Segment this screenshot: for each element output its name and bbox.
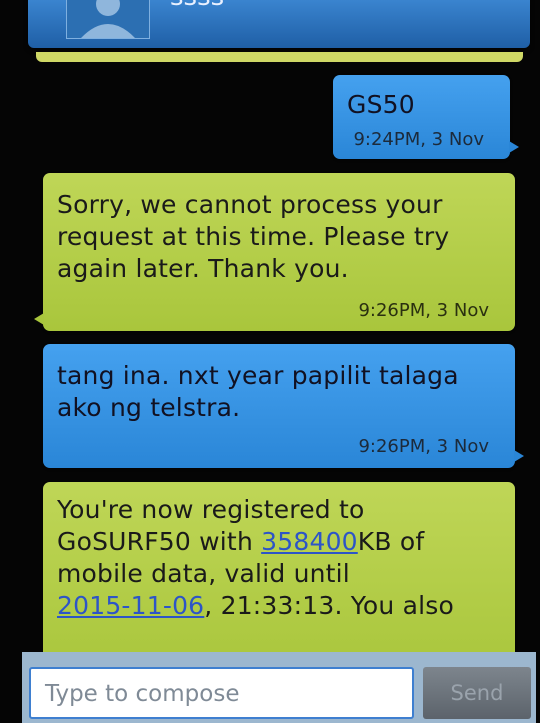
send-button[interactable]: Send (423, 667, 531, 719)
message-timestamp: 9:26PM, 3 Nov (358, 300, 489, 321)
compose-placeholder: Type to compose (45, 681, 240, 707)
contact-avatar[interactable] (66, 0, 150, 39)
conversation-header: ssss (28, 0, 530, 48)
message-text: Sorry, we cannot process your request at… (57, 190, 450, 283)
bubble-tail (34, 313, 44, 325)
compose-input[interactable]: Type to compose (29, 667, 414, 719)
message-text-segment: , 21:33:13. You also (204, 591, 454, 620)
data-amount-link[interactable]: 358400 (261, 527, 358, 556)
message-bubble-received[interactable]: Sorry, we cannot process your request at… (34, 173, 515, 331)
message-timestamp: 9:26PM, 3 Nov (358, 436, 489, 457)
message-line: 2015-11-06, 21:33:13. You also (57, 590, 505, 622)
message-bubble-sent[interactable]: tang ina. nxt year papilit talaga ako ng… (43, 344, 524, 468)
message-line: GoSURF50 with 358400KB of (57, 526, 505, 558)
message-bubble-received[interactable]: You're now registered to GoSURF50 with 3… (43, 482, 515, 672)
header-divider (36, 52, 523, 62)
message-timestamp: 9:24PM, 3 Nov (353, 129, 484, 150)
message-text-segment: KB of (357, 527, 425, 556)
contact-name: ssss (170, 0, 224, 12)
message-text: You're now registered to GoSURF50 with 3… (57, 494, 505, 622)
bubble-tail (509, 141, 519, 153)
message-text: GS50 (347, 90, 415, 119)
message-line: mobile data, valid until (57, 559, 350, 588)
message-line: You're now registered to (57, 495, 365, 524)
message-text-segment: GoSURF50 with (57, 527, 262, 556)
date-link[interactable]: 2015-11-06 (57, 591, 204, 620)
message-text: tang ina. nxt year papilit talaga ako ng… (57, 361, 459, 422)
composer-bar: Type to compose Send (22, 652, 536, 723)
message-bubble-sent[interactable]: GS50 9:24PM, 3 Nov (333, 75, 519, 159)
bubble-tail (514, 450, 524, 462)
send-button-label: Send (450, 681, 504, 705)
